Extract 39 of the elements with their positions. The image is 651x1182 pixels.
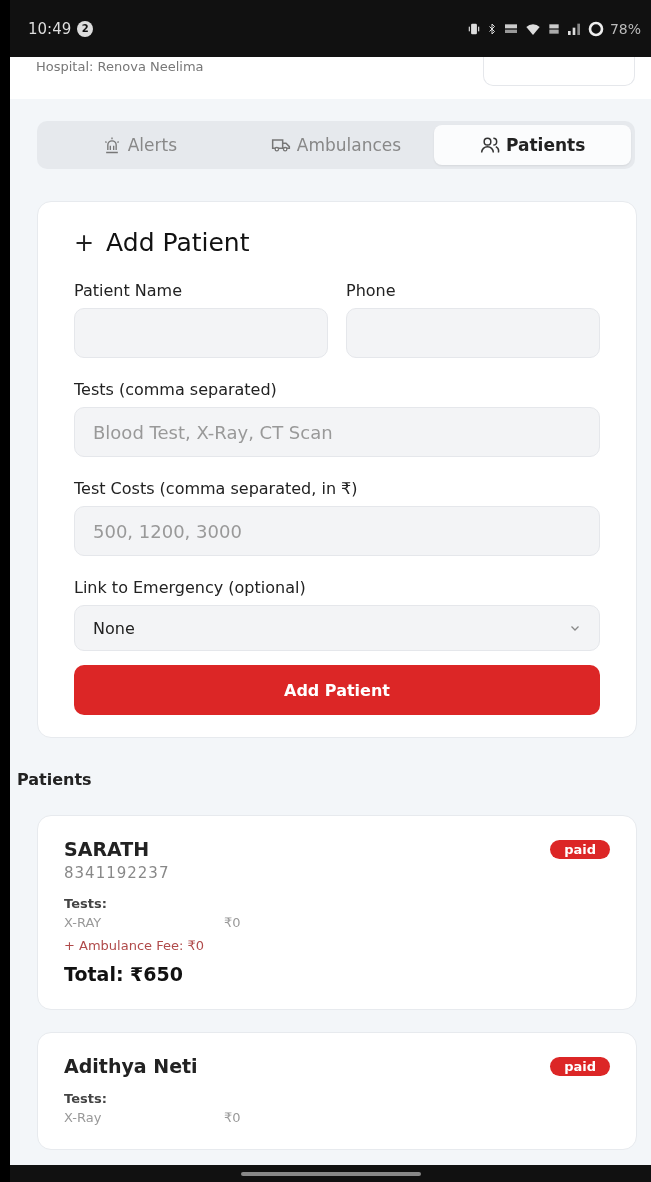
status-badge: paid xyxy=(550,839,610,859)
total-amount: Total: ₹650 xyxy=(64,963,184,985)
header-button[interactable] xyxy=(483,57,635,86)
tests-label: Tests: xyxy=(64,1091,108,1106)
hospital-name: Hospital: Renova Neelima xyxy=(36,59,204,74)
form-title: Add Patient xyxy=(106,228,250,257)
field-label: Link to Emergency (optional) xyxy=(74,578,307,597)
test-cost: ₹0 xyxy=(224,915,241,930)
battery-percent: 78% xyxy=(609,20,641,37)
input-field[interactable] xyxy=(74,308,328,358)
field-label: Tests (comma separated) xyxy=(74,380,278,399)
tab[interactable]: Patients xyxy=(434,125,631,165)
patient-name: SARATH xyxy=(64,838,150,860)
select-field[interactable]: None xyxy=(74,605,600,651)
field-label: Patient Name xyxy=(74,281,183,300)
field-label: Phone xyxy=(346,281,397,300)
add-patient-button[interactable]: Add Patient xyxy=(74,665,600,715)
people-icon xyxy=(480,135,500,155)
field-label: Test Costs (comma separated, in ₹) xyxy=(74,479,359,498)
input-field[interactable] xyxy=(346,308,600,358)
section-heading: Patients xyxy=(17,770,93,789)
tab[interactable]: Ambulances xyxy=(237,125,435,165)
input-field[interactable]: 500, 1200, 3000 xyxy=(74,506,600,556)
tab[interactable]: Alerts xyxy=(41,125,238,165)
patient-name: Adithya Neti xyxy=(64,1055,198,1077)
test-name: X-Ray xyxy=(64,1110,103,1125)
notification-count: 2 xyxy=(77,20,94,37)
input-field[interactable]: Blood Test, X-Ray, CT Scan xyxy=(74,407,600,457)
plus-icon: + xyxy=(74,228,95,257)
ambulance-fee: + Ambulance Fee: ₹0 xyxy=(64,938,205,953)
patient-phone: 8341192237 xyxy=(64,864,171,882)
battery-ring-icon xyxy=(586,19,605,38)
test-name: X-RAY xyxy=(64,915,103,930)
clock-time: 10:49 xyxy=(28,19,72,38)
test-cost: ₹0 xyxy=(224,1110,241,1125)
select-value: None xyxy=(93,618,135,638)
home-handle[interactable] xyxy=(240,1171,421,1176)
status-badge: paid xyxy=(550,1056,610,1076)
tests-label: Tests: xyxy=(64,896,108,911)
